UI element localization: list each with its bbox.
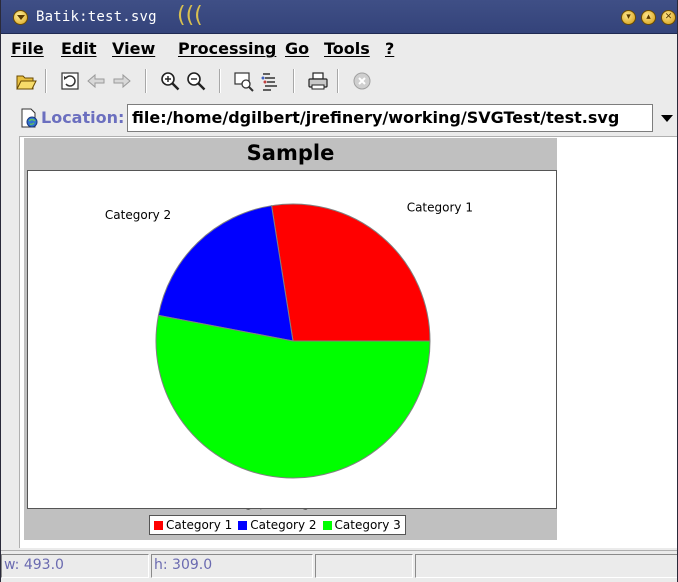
- thumbnail-icon[interactable]: [233, 70, 255, 92]
- toolbar-separator: [219, 69, 221, 93]
- toolbar-separator: [145, 69, 147, 93]
- menu-file[interactable]: File: [11, 39, 44, 58]
- legend-item-3: Category 3: [322, 518, 401, 532]
- close-icon[interactable]: ✕: [661, 10, 676, 25]
- plot-area: Category 1 Category 2 Category 3: [27, 170, 557, 522]
- toolbar-separator: [337, 69, 339, 93]
- minimize-icon[interactable]: ▾: [621, 10, 636, 25]
- toolbar-separator: [45, 69, 47, 93]
- location-page-icon: [21, 108, 38, 128]
- legend-swatch-1: [154, 520, 163, 530]
- print-icon[interactable]: [307, 70, 329, 92]
- status-bar: w: 493.0 h: 309.0: [1, 550, 677, 582]
- menu-help[interactable]: ?: [385, 39, 394, 58]
- maximize-icon[interactable]: ▴: [641, 10, 656, 25]
- pie-slice-1: [270, 203, 431, 342]
- status-cell-3: [315, 554, 413, 578]
- legend-item-1: Category 1: [154, 518, 232, 532]
- zoom-in-icon[interactable]: [159, 70, 181, 92]
- legend-label-1: Category 1: [166, 518, 233, 532]
- window-menu-icon[interactable]: [13, 10, 28, 25]
- chart: Sample Category 1 Category 2 Category 3 Ca…: [24, 138, 557, 540]
- title-decoration: (((: [177, 3, 203, 28]
- reload-icon[interactable]: [59, 70, 81, 92]
- legend-swatch-2: [238, 520, 248, 530]
- forward-arrow-icon[interactable]: [111, 70, 133, 92]
- back-arrow-icon[interactable]: [85, 70, 107, 92]
- dom-viewer-icon[interactable]: [259, 70, 281, 92]
- location-bar: Location: file:/home/dgilbert/jrefinery/…: [1, 100, 677, 136]
- status-width: w: 493.0: [1, 554, 149, 578]
- chart-legend: Category 1 Category 2 Category 3: [149, 515, 406, 535]
- pie-label-1: Category 1: [407, 200, 473, 214]
- stop-icon[interactable]: [351, 70, 373, 92]
- menu-view[interactable]: View: [112, 39, 155, 58]
- zoom-out-icon[interactable]: [185, 70, 207, 92]
- chart-title: Sample: [246, 141, 335, 165]
- legend-item-2: Category 2: [238, 518, 317, 532]
- toolbar-separator: [293, 69, 295, 93]
- menu-edit[interactable]: Edit: [61, 39, 97, 58]
- open-folder-icon[interactable]: [15, 70, 37, 92]
- chevron-down-icon[interactable]: [655, 104, 677, 132]
- title-bar[interactable]: Batik:test.svg ((( ▾ ▴ ✕: [1, 0, 677, 34]
- pie-chart: Category 1 Category 2 Category 3: [105, 200, 473, 521]
- legend-label-3: Category 3: [334, 518, 401, 532]
- batik-window: Batik:test.svg ((( ▾ ▴ ✕ File Edit View …: [0, 0, 678, 582]
- status-height: h: 309.0: [151, 554, 313, 578]
- legend-label-2: Category 2: [250, 518, 317, 532]
- pie-label-2: Category 2: [105, 208, 171, 222]
- location-input[interactable]: file:/home/dgilbert/jrefinery/working/SV…: [127, 104, 653, 132]
- menu-tools[interactable]: Tools: [324, 39, 370, 58]
- status-cell-4: [415, 554, 677, 578]
- menu-go[interactable]: Go: [285, 39, 309, 58]
- window-title: Batik:test.svg: [36, 9, 157, 25]
- menu-bar: File Edit View Processing Go Tools ?: [1, 34, 677, 62]
- location-label: Location:: [41, 108, 125, 127]
- svg-canvas[interactable]: Sample Category 1 Category 2 Category 3 Ca…: [19, 136, 677, 548]
- toolbar: [1, 62, 677, 100]
- menu-processing[interactable]: Processing: [178, 39, 276, 58]
- pie-label-3: Category 3: [243, 508, 309, 510]
- legend-swatch-3: [322, 520, 332, 530]
